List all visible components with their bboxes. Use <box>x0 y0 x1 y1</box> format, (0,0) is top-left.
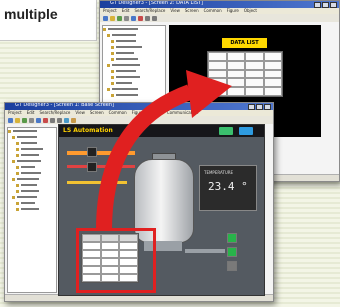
arrow-icon <box>96 70 232 231</box>
